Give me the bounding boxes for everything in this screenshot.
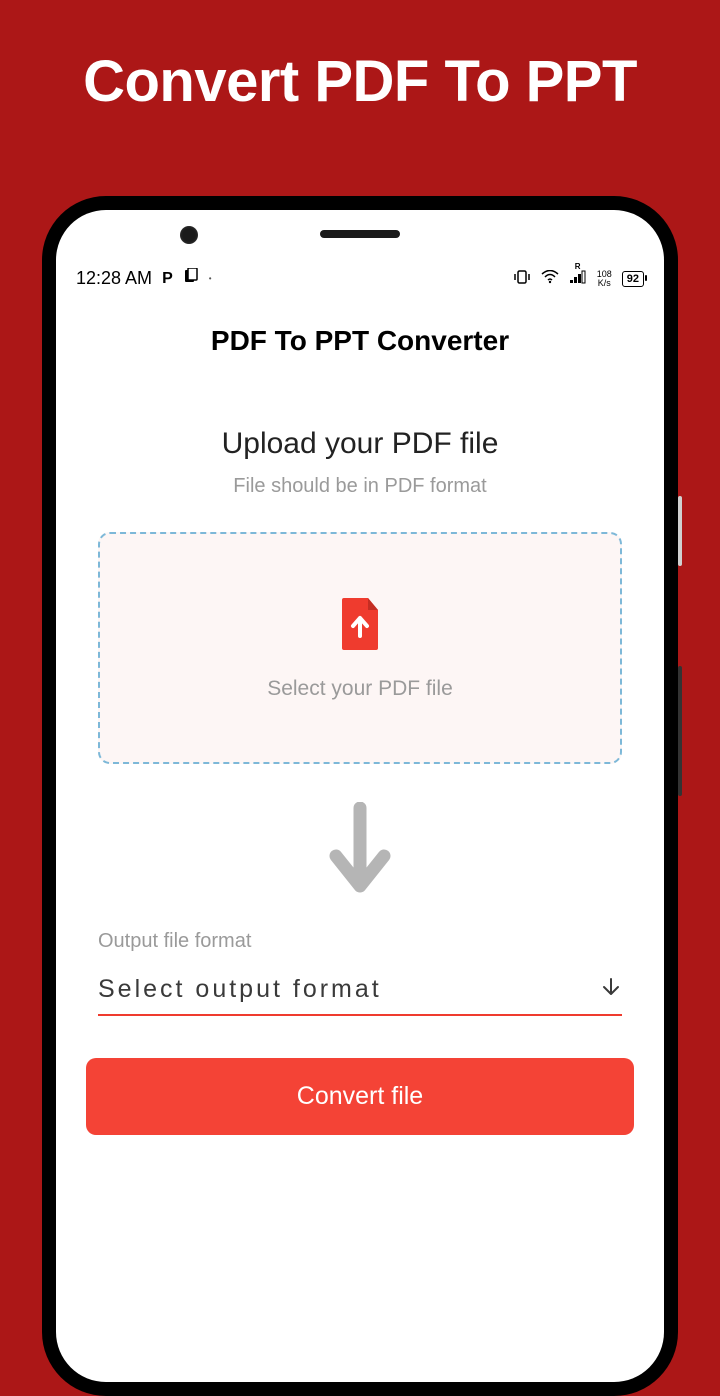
phone-side-button	[678, 496, 682, 566]
upload-subtitle: File should be in PDF format	[56, 475, 664, 498]
phone-side-button	[678, 666, 682, 796]
powerpoint-icon	[183, 268, 199, 289]
status-app-icon: P	[162, 270, 173, 288]
output-format-label: Output file format	[98, 930, 622, 953]
file-upload-icon	[334, 596, 386, 657]
arrow-down-icon	[56, 802, 664, 894]
status-time: 12:28 AM	[76, 268, 152, 289]
battery-icon: 92	[622, 271, 644, 287]
status-right: R 108 K/s 92	[513, 268, 644, 289]
output-format-select[interactable]: Select output format	[98, 975, 622, 1016]
vibrate-icon	[513, 268, 531, 289]
hero-title: Convert PDF To PPT	[0, 0, 720, 115]
status-bar: 12:28 AM P • R 108	[56, 246, 664, 295]
camera-icon	[180, 226, 198, 244]
speaker-icon	[320, 230, 400, 238]
file-dropzone[interactable]: Select your PDF file	[98, 532, 622, 764]
status-left: 12:28 AM P •	[76, 268, 212, 289]
phone-notch	[320, 230, 400, 238]
phone-screen: 12:28 AM P • R 108	[56, 210, 664, 1382]
wifi-icon	[541, 268, 559, 289]
select-placeholder: Select output format	[98, 975, 382, 1004]
chevron-down-icon	[600, 976, 622, 1003]
app-title: PDF To PPT Converter	[56, 325, 664, 357]
network-rate: 108 K/s	[597, 270, 612, 288]
status-dot-icon: •	[209, 274, 212, 283]
signal-icon: R	[569, 268, 587, 289]
phone-frame: 12:28 AM P • R 108	[42, 196, 678, 1396]
convert-button[interactable]: Convert file	[86, 1058, 634, 1135]
upload-heading: Upload your PDF file	[56, 427, 664, 461]
dropzone-label: Select your PDF file	[267, 677, 453, 701]
